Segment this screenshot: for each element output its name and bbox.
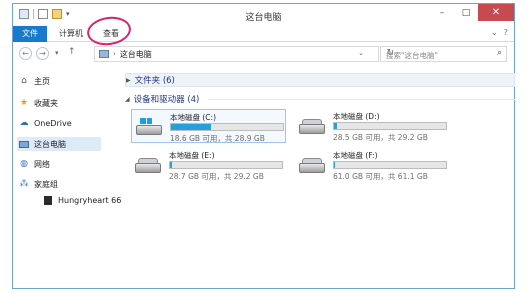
tab-computer[interactable]: 计算机 <box>51 26 91 42</box>
network-icon: ◍ <box>20 159 28 169</box>
drive-usage-bar <box>169 161 283 169</box>
collapse-arrow-icon: ◢ <box>125 95 130 103</box>
search-placeholder: 搜索"这台电脑" <box>386 51 438 60</box>
sidebar-item-label: 主页 <box>34 76 50 86</box>
drive-free-space: 18.6 GB 可用，共 28.9 GB <box>170 134 265 143</box>
home-icon: ⌂ <box>21 76 27 86</box>
hard-drive-icon <box>299 156 325 176</box>
sidebar-item-label: 收藏夹 <box>34 98 58 108</box>
computer-icon <box>19 139 29 149</box>
cloud-icon: ☁ <box>19 118 29 128</box>
drive-d[interactable]: 本地磁盘 (D:) 28.5 GB 可用，共 29.2 GB <box>295 109 450 143</box>
address-dropdown-icon[interactable]: ⌄ <box>358 49 364 57</box>
close-button[interactable]: ✕ <box>478 4 514 21</box>
address-bar[interactable]: › 这台电脑 ⌄ ↻ <box>94 46 394 62</box>
maximize-button[interactable]: □ <box>454 4 478 21</box>
sidebar-item-favorites[interactable]: ★ 收藏夹 <box>19 96 58 110</box>
explorer-window: ▾ 这台电脑 – □ ✕ 文件 计算机 查看 ⌄ ? ← → ▾ ↑ › 这台电… <box>12 3 515 289</box>
folders-group-label: 文件夹 (6) <box>134 76 175 86</box>
sidebar-item-home[interactable]: ⌂ 主页 <box>19 74 50 88</box>
drive-usage-bar <box>333 122 447 130</box>
drive-name: 本地磁盘 (D:) <box>333 112 380 121</box>
star-icon: ★ <box>19 98 29 108</box>
back-arrow-icon[interactable]: ← <box>19 47 32 60</box>
breadcrumb-separator: › <box>113 50 116 58</box>
navigation-bar: ← → ▾ ↑ › 这台电脑 ⌄ ↻ 搜索"这台电脑" ⌕ <box>13 44 514 64</box>
sidebar-item-label: 这台电脑 <box>34 139 66 149</box>
forward-arrow-icon[interactable]: → <box>36 47 49 60</box>
help-icon[interactable]: ? <box>504 28 508 37</box>
sidebar-item-label: OneDrive <box>34 118 72 128</box>
user-icon <box>43 195 53 205</box>
window-controls: – □ ✕ <box>430 4 514 21</box>
devices-group-header[interactable]: ◢ 设备和驱动器 (4) <box>125 92 515 106</box>
search-input[interactable]: 搜索"这台电脑" ⌕ <box>380 46 507 62</box>
folders-group-header[interactable]: ▶ 文件夹 (6) <box>125 73 515 87</box>
drive-e[interactable]: 本地磁盘 (E:) 28.7 GB 可用，共 29.2 GB <box>131 148 286 182</box>
chevron-down-icon[interactable]: ⌄ <box>491 28 498 37</box>
sidebar-item-user[interactable]: Hungryheart 66 <box>43 193 121 207</box>
title-bar: ▾ 这台电脑 – □ ✕ <box>13 4 514 26</box>
up-arrow-icon[interactable]: ↑ <box>68 47 76 57</box>
recent-locations-icon[interactable]: ▾ <box>55 49 59 57</box>
devices-group-label: 设备和驱动器 (4) <box>133 95 200 105</box>
navigation-pane: ⌂ 主页 ★ 收藏夹 ☁ OneDrive 这台电脑 ◍ 网络 ⁂ 家庭组 Hu… <box>13 68 121 288</box>
drive-name: 本地磁盘 (E:) <box>169 151 215 160</box>
group-divider <box>209 98 515 100</box>
computer-icon <box>99 50 109 58</box>
content-pane: ▶ 文件夹 (6) ◢ 设备和驱动器 (4) 本地磁盘 (C:) 18.6 GB… <box>121 68 515 288</box>
sidebar-item-label: Hungryheart 66 <box>58 195 122 205</box>
search-icon[interactable]: ⌕ <box>497 48 502 58</box>
homegroup-icon: ⁂ <box>19 179 29 189</box>
drive-name: 本地磁盘 (F:) <box>333 151 378 160</box>
expand-arrow-icon: ▶ <box>126 76 131 84</box>
breadcrumb-this-pc[interactable]: 这台电脑 <box>120 49 152 60</box>
sidebar-item-network[interactable]: ◍ 网络 <box>19 157 50 171</box>
sidebar-item-label: 网络 <box>34 159 50 169</box>
drive-c[interactable]: 本地磁盘 (C:) 18.6 GB 可用，共 28.9 GB <box>131 109 286 143</box>
hard-drive-icon <box>136 118 162 138</box>
sidebar-item-onedrive[interactable]: ☁ OneDrive <box>19 116 72 130</box>
ribbon-right-controls: ⌄ ? <box>491 28 508 37</box>
drive-name: 本地磁盘 (C:) <box>170 113 216 122</box>
tab-file[interactable]: 文件 <box>13 26 47 42</box>
drive-f[interactable]: 本地磁盘 (F:) 61.0 GB 可用，共 61.1 GB <box>295 148 450 182</box>
sidebar-item-this-pc[interactable]: 这台电脑 <box>17 137 101 151</box>
drive-free-space: 61.0 GB 可用，共 61.1 GB <box>333 172 428 181</box>
drive-usage-bar <box>333 161 447 169</box>
drive-usage-bar <box>170 123 284 131</box>
minimize-button[interactable]: – <box>430 4 454 21</box>
hard-drive-icon <box>299 117 325 137</box>
hard-drive-icon <box>135 156 161 176</box>
sidebar-item-label: 家庭组 <box>34 179 58 189</box>
drive-free-space: 28.7 GB 可用，共 29.2 GB <box>169 172 264 181</box>
drive-free-space: 28.5 GB 可用，共 29.2 GB <box>333 133 428 142</box>
sidebar-item-homegroup[interactable]: ⁂ 家庭组 <box>19 177 59 191</box>
